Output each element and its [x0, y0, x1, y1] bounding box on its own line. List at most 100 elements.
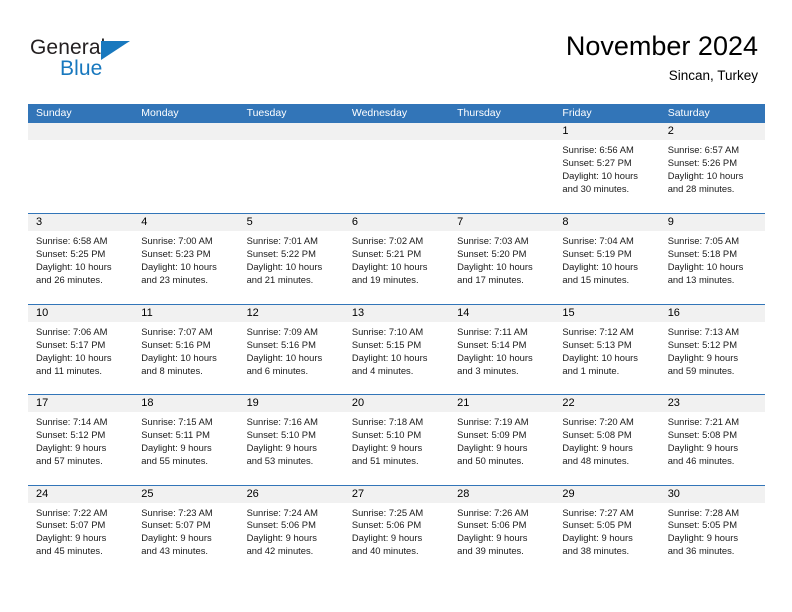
calendar-day-cell[interactable]: 27 Sunrise: 7:25 AM Sunset: 5:06 PM Dayligh… [343, 485, 450, 575]
calendar-day-cell[interactable]: 11 Sunrise: 7:07 AM Sunset: 5:16 PM Dayligh… [133, 304, 239, 394]
sunrise-text: Sunrise: 7:14 AM [36, 416, 108, 428]
daylight-text: Daylight: 10 hours [36, 351, 112, 363]
calendar-day-cell[interactable]: 23 Sunrise: 7:21 AM Sunset: 5:08 PM Dayligh… [659, 395, 765, 484]
day-number-band: 22 [554, 395, 660, 413]
daylight-text: Daylight: 9 hours [246, 532, 317, 544]
daylight-text: Daylight: 10 hours [562, 351, 638, 363]
calendar-week-row: 24 Sunrise: 7:22 AM Sunset: 5:07 PM Dayligh… [28, 484, 765, 575]
calendar-day-cell[interactable]: 26 Sunrise: 7:24 AM Sunset: 5:06 PM Dayligh… [238, 485, 344, 575]
calendar-day-cell[interactable]: 12 Sunrise: 7:09 AM Sunset: 5:16 PM Dayligh… [238, 304, 344, 394]
calendar-day-cell[interactable]: 18 Sunrise: 7:15 AM Sunset: 5:11 PM Dayligh… [133, 395, 239, 484]
day-number-band [28, 123, 134, 140]
sunrise-text: Sunrise: 7:07 AM [141, 325, 213, 337]
weekday-header-thursday: Thursday [457, 107, 501, 119]
sunrise-text: Sunrise: 7:19 AM [457, 416, 529, 428]
calendar-day-cell[interactable]: 2 Sunrise: 6:57 AM Sunset: 5:26 PM Daylight… [659, 123, 765, 213]
daylight-text: Daylight: 10 hours [667, 169, 744, 181]
calendar-day-cell[interactable]: 9 Sunrise: 7:05 AM Sunset: 5:18 PM Daylight… [659, 214, 765, 303]
sunrise-text: Sunrise: 7:03 AM [457, 235, 529, 247]
day-number-band: 7 [449, 214, 555, 232]
sunset-text: Sunset: 5:20 PM [457, 248, 527, 260]
sunset-text: Sunset: 5:16 PM [246, 338, 316, 350]
day-details [239, 140, 344, 144]
calendar-day-cell[interactable]: 13 Sunrise: 7:10 AM Sunset: 5:15 PM Dayligh… [343, 304, 450, 394]
day-number-band: 1 [554, 123, 660, 140]
sunset-text: Sunset: 5:07 PM [141, 519, 211, 531]
calendar-day-cell[interactable]: 6 Sunrise: 7:02 AM Sunset: 5:21 PM Daylight… [343, 214, 450, 303]
day-number: 25 [141, 487, 154, 500]
general-blue-logo[interactable]: General Blue [30, 36, 150, 82]
day-number: 14 [457, 306, 470, 319]
day-number-band: 24 [28, 485, 134, 503]
day-number-band: 18 [133, 395, 239, 413]
sunrise-text: Sunrise: 7:02 AM [351, 235, 424, 247]
calendar-day-cell[interactable]: 5 Sunrise: 7:01 AM Sunset: 5:22 PM Daylight… [238, 214, 344, 303]
sunrise-text: Sunrise: 7:28 AM [667, 506, 740, 518]
calendar-day-cell[interactable]: 21 Sunrise: 7:19 AM Sunset: 5:09 PM Dayligh… [449, 395, 555, 484]
calendar-day-cell[interactable]: 17 Sunrise: 7:14 AM Sunset: 5:12 PM Dayligh… [28, 395, 134, 484]
daylight-text: Daylight: 10 hours [457, 351, 533, 363]
daylight-text-cont: and 46 minutes. [667, 454, 735, 466]
day-details: Sunrise: 7:26 AM Sunset: 5:06 PM Daylight:… [449, 503, 554, 559]
weekday-header-monday: Monday [141, 107, 179, 119]
daylight-text-cont: and 55 minutes. [141, 454, 208, 466]
calendar-day-cell[interactable]: 30 Sunrise: 7:28 AM Sunset: 5:05 PM Dayligh… [659, 485, 765, 575]
calendar-day-cell[interactable]: 3 Sunrise: 6:58 AM Sunset: 5:25 PM Daylight… [28, 214, 134, 303]
sunrise-text: Sunrise: 7:00 AM [141, 235, 213, 247]
day-details: Sunrise: 7:04 AM Sunset: 5:19 PM Daylight:… [554, 231, 659, 287]
calendar-day-cell[interactable]: 22 Sunrise: 7:20 AM Sunset: 5:08 PM Dayligh… [554, 395, 660, 484]
day-number: 11 [141, 306, 153, 319]
calendar-day-cell[interactable]: 25 Sunrise: 7:23 AM Sunset: 5:07 PM Dayligh… [133, 485, 239, 575]
day-details: Sunrise: 7:19 AM Sunset: 5:09 PM Daylight:… [449, 412, 554, 468]
calendar-day-cell-empty [343, 123, 450, 213]
daylight-text-cont: and 8 minutes. [141, 364, 203, 376]
day-number-band: 9 [659, 214, 765, 232]
daylight-text: Daylight: 9 hours [351, 441, 423, 453]
day-number: 9 [667, 216, 674, 229]
day-number: 20 [351, 397, 365, 410]
calendar-day-cell[interactable]: 8 Sunrise: 7:04 AM Sunset: 5:19 PM Daylight… [554, 214, 660, 303]
day-number-band: 12 [238, 304, 344, 322]
day-details: Sunrise: 7:23 AM Sunset: 5:07 PM Daylight:… [133, 503, 238, 559]
day-number-band: 26 [238, 485, 344, 503]
calendar-day-cell[interactable]: 1 Sunrise: 6:56 AM Sunset: 5:27 PM Daylight… [554, 123, 660, 213]
day-number-band: 23 [659, 395, 765, 413]
sunrise-text: Sunrise: 6:57 AM [667, 144, 740, 155]
day-number: 17 [36, 397, 49, 410]
day-number: 29 [562, 487, 575, 500]
daylight-text: Daylight: 9 hours [141, 532, 212, 544]
daylight-text-cont: and 23 minutes. [141, 274, 208, 286]
day-number-band: 16 [659, 304, 765, 322]
sunrise-text: Sunrise: 6:58 AM [36, 235, 108, 247]
daylight-text-cont: and 50 minutes. [457, 454, 524, 466]
weekday-header-friday: Friday [562, 107, 592, 119]
day-number: 21 [457, 397, 470, 410]
day-details: Sunrise: 7:02 AM Sunset: 5:21 PM Daylight:… [344, 231, 449, 287]
daylight-text: Daylight: 10 hours [351, 261, 428, 273]
calendar-day-cell[interactable]: 14 Sunrise: 7:11 AM Sunset: 5:14 PM Dayligh… [449, 304, 555, 394]
calendar-day-cell[interactable]: 20 Sunrise: 7:18 AM Sunset: 5:10 PM Dayligh… [343, 395, 450, 484]
daylight-text: Daylight: 10 hours [562, 261, 638, 273]
calendar-day-cell[interactable]: 7 Sunrise: 7:03 AM Sunset: 5:20 PM Daylight… [449, 214, 555, 303]
sunrise-text: Sunrise: 7:26 AM [457, 506, 529, 518]
sunset-text: Sunset: 5:19 PM [562, 248, 632, 260]
daylight-text-cont: and 17 minutes. [457, 274, 524, 286]
day-details [449, 140, 554, 144]
calendar-day-cell[interactable]: 19 Sunrise: 7:16 AM Sunset: 5:10 PM Dayligh… [238, 395, 344, 484]
day-number-band [133, 123, 239, 140]
calendar-day-cell[interactable]: 10 Sunrise: 7:06 AM Sunset: 5:17 PM Dayligh… [28, 304, 134, 394]
calendar-day-cell[interactable]: 4 Sunrise: 7:00 AM Sunset: 5:23 PM Daylight… [133, 214, 239, 303]
daylight-text-cont: and 43 minutes. [141, 545, 208, 557]
weekday-header-saturday: Saturday [667, 107, 710, 119]
calendar-day-cell[interactable]: 15 Sunrise: 7:12 AM Sunset: 5:13 PM Dayligh… [554, 304, 660, 394]
day-details: Sunrise: 6:58 AM Sunset: 5:25 PM Daylight:… [28, 231, 133, 287]
calendar-day-cell[interactable]: 16 Sunrise: 7:13 AM Sunset: 5:12 PM Dayligh… [659, 304, 765, 394]
day-number-band: 29 [554, 485, 660, 503]
calendar-day-cell[interactable]: 28 Sunrise: 7:26 AM Sunset: 5:06 PM Dayligh… [449, 485, 555, 575]
daylight-text: Daylight: 10 hours [141, 351, 217, 363]
day-details: Sunrise: 7:21 AM Sunset: 5:08 PM Daylight:… [660, 412, 765, 468]
calendar-day-cell[interactable]: 29 Sunrise: 7:27 AM Sunset: 5:05 PM Dayligh… [554, 485, 660, 575]
daylight-text: Daylight: 10 hours [351, 351, 428, 363]
calendar-day-cell[interactable]: 24 Sunrise: 7:22 AM Sunset: 5:07 PM Dayligh… [28, 485, 134, 575]
day-number-band [238, 123, 344, 140]
